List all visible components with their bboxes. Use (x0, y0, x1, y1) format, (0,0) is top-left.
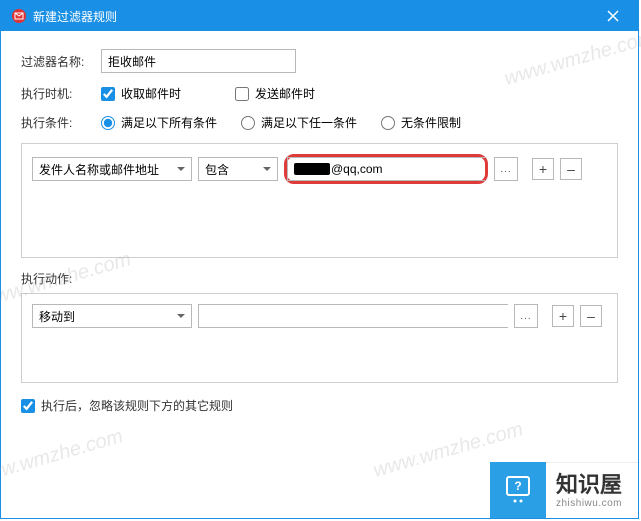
dialog-window: 新建过滤器规则 过滤器名称: 执行时机: 收取邮件时 发送邮件时 (0, 0, 639, 519)
action-browse-button[interactable]: ... (514, 304, 538, 328)
condition-row: 发件人名称或邮件地址 包含 @qq,com ... + – (32, 154, 607, 184)
when-send-checkbox[interactable]: 发送邮件时 (235, 85, 315, 102)
when-receive-input[interactable] (101, 87, 115, 101)
condition-field-select[interactable]: 发件人名称或邮件地址 (32, 157, 192, 181)
ignore-checkbox[interactable]: 执行后，忽略该规则下方的其它规则 (21, 397, 618, 414)
when-send-text: 发送邮件时 (255, 85, 315, 102)
logo-icon: ? (490, 462, 546, 518)
logo-ch: 知识屋 (556, 474, 622, 496)
action-op-value: 移动到 (39, 308, 75, 325)
svg-text:?: ? (514, 479, 521, 493)
when-receive-text: 收取邮件时 (121, 85, 181, 102)
when-send-input[interactable] (235, 87, 249, 101)
cond-none-input[interactable] (381, 116, 395, 130)
condition-op-select[interactable]: 包含 (198, 157, 278, 181)
action-remove-button[interactable]: – (580, 305, 602, 327)
close-button[interactable] (598, 1, 628, 31)
logo-en: zhishiwu.com (556, 498, 622, 509)
actions-panel: 移动到 ... + – (21, 293, 618, 383)
when-receive-checkbox[interactable]: 收取邮件时 (101, 85, 181, 102)
app-icon (11, 8, 27, 24)
condition-browse-button[interactable]: ... (494, 157, 518, 181)
watermark: www.wmzhe.com (0, 425, 126, 490)
cond-label: 执行条件: (21, 114, 101, 131)
condition-add-button[interactable]: + (532, 158, 554, 180)
redacted-text (294, 163, 330, 175)
action-value-input[interactable] (198, 304, 508, 328)
condition-remove-button[interactable]: – (560, 158, 582, 180)
conditions-panel: 发件人名称或邮件地址 包含 @qq,com ... + – (21, 143, 618, 258)
ignore-text: 执行后，忽略该规则下方的其它规则 (41, 397, 233, 414)
condition-field-value: 发件人名称或邮件地址 (39, 161, 159, 178)
cond-any-input[interactable] (241, 116, 255, 130)
cond-all-radio[interactable]: 满足以下所有条件 (101, 114, 217, 131)
condition-value-highlight: @qq,com (284, 154, 488, 184)
condition-value-text: @qq,com (331, 162, 383, 176)
cond-all-text: 满足以下所有条件 (121, 114, 217, 131)
logo-badge: ? 知识屋 zhishiwu.com (490, 462, 638, 518)
condition-op-value: 包含 (205, 161, 229, 178)
filter-name-label: 过滤器名称: (21, 53, 101, 70)
ignore-input[interactable] (21, 399, 35, 413)
cond-all-input[interactable] (101, 116, 115, 130)
cond-any-radio[interactable]: 满足以下任一条件 (241, 114, 357, 131)
titlebar-title: 新建过滤器规则 (33, 8, 598, 25)
cond-none-radio[interactable]: 无条件限制 (381, 114, 461, 131)
action-op-select[interactable]: 移动到 (32, 304, 192, 328)
cond-any-text: 满足以下任一条件 (261, 114, 357, 131)
action-add-button[interactable]: + (552, 305, 574, 327)
dialog-content: 过滤器名称: 执行时机: 收取邮件时 发送邮件时 执行条件: (1, 31, 638, 424)
action-row: 移动到 ... + – (32, 304, 607, 328)
condition-value-input[interactable]: @qq,com (287, 157, 485, 181)
when-label: 执行时机: (21, 85, 101, 102)
logo-text: 知识屋 zhishiwu.com (546, 462, 638, 518)
titlebar: 新建过滤器规则 (1, 1, 638, 31)
filter-name-input[interactable] (101, 49, 296, 73)
cond-none-text: 无条件限制 (401, 114, 461, 131)
actions-label: 执行动作: (21, 270, 618, 287)
